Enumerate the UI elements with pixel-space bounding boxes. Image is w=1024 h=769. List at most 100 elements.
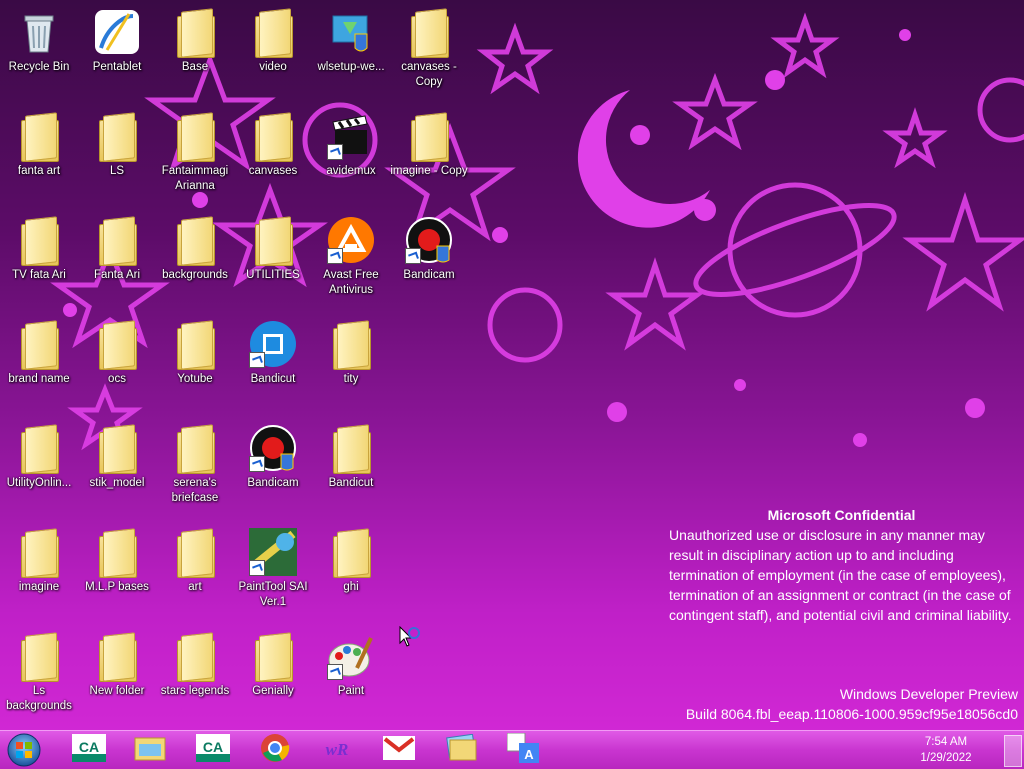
folder-icon <box>171 528 219 578</box>
credit-agricole-icon: CA <box>72 734 106 766</box>
desktop-icon-serena-s-briefcase[interactable]: serena's briefcase <box>156 418 234 518</box>
desktop-icon-label: Genially <box>252 685 294 697</box>
desktop-icon-label: LS <box>109 165 125 177</box>
recycle-icon <box>15 8 63 56</box>
desktop-icon-tity[interactable]: tity <box>312 314 390 414</box>
desktop-icon-label: canvases - Copy <box>401 61 457 88</box>
desktop-icon-ghi[interactable]: ghi <box>312 522 390 622</box>
taskbar-credit-agricole-button[interactable]: CA <box>62 733 116 767</box>
desktop-icon-label: ocs <box>108 373 126 385</box>
desktop-icon-utilities[interactable]: UTILITIES <box>234 210 312 310</box>
avast-icon <box>327 216 375 264</box>
desktop-icon-painttool-sai-ver-1[interactable]: PaintTool SAI Ver.1 <box>234 522 312 622</box>
desktop-icon-imagine[interactable]: imagine <box>0 522 78 622</box>
desktop-icon-stik-model[interactable]: stik_model <box>78 418 156 518</box>
desktop-icon-paint[interactable]: Paint <box>312 626 390 726</box>
shortcut-arrow-icon <box>249 456 265 472</box>
desktop-icon-canvases-copy[interactable]: canvases - Copy <box>390 2 468 102</box>
taskbar-translate-button[interactable]: A <box>496 732 550 767</box>
taskbar-chrome-button[interactable] <box>248 733 302 767</box>
desktop-icon-stars-legends[interactable]: stars legends <box>156 626 234 726</box>
folder-icon <box>15 528 63 578</box>
desktop-icon-label: Recycle Bin <box>8 61 70 73</box>
sai-icon <box>248 528 297 576</box>
desktop-icon-new-folder[interactable]: New folder <box>78 626 156 726</box>
desktop-icon-tv-fata-ari[interactable]: TV fata Ari <box>0 210 78 310</box>
shortcut-arrow-icon <box>327 664 343 680</box>
desktop-icon-label: Fanta Ari <box>93 269 141 281</box>
folder-icon <box>171 8 219 58</box>
folder-icon <box>93 320 141 370</box>
bandicam-icon <box>405 216 453 264</box>
start-button[interactable] <box>4 732 44 768</box>
desktop-icon-bandicam[interactable]: Bandicam <box>390 210 468 310</box>
folder-icon <box>93 632 141 682</box>
desktop-icon-avast-free-antivirus[interactable]: Avast Free Antivirus <box>312 210 390 310</box>
desktop-icon-base[interactable]: Base <box>156 2 234 102</box>
desktop-icon-m-l-p-bases[interactable]: M.L.P bases <box>78 522 156 622</box>
build-watermark: Windows Developer Preview Build 8064.fbl… <box>686 684 1018 724</box>
desktop-icon-video[interactable]: video <box>234 2 312 102</box>
desktop-icon-pentablet[interactable]: Pentablet <box>78 2 156 102</box>
desktop-icon-fanta-art[interactable]: fanta art <box>0 106 78 206</box>
taskbar-photos-button[interactable] <box>434 733 488 767</box>
shortcut-arrow-icon <box>327 144 343 160</box>
taskbar-wordreference-button[interactable]: wR <box>310 733 364 767</box>
pentablet-icon <box>93 8 141 56</box>
installer-icon <box>327 8 375 56</box>
desktop-icon-backgrounds[interactable]: backgrounds <box>156 210 234 310</box>
windows-logo-icon <box>7 733 41 767</box>
desktop-icon-fanta-ari[interactable]: Fanta Ari <box>78 210 156 310</box>
desktop-icon-label: canvases <box>248 165 298 177</box>
desktop-icon-utilityonlin[interactable]: UtilityOnlin... <box>0 418 78 518</box>
desktop-icon-avidemux[interactable]: avidemux <box>312 106 390 206</box>
folder-icon <box>15 424 63 474</box>
taskbar-credit-agricole-button[interactable]: CA <box>186 733 240 767</box>
show-desktop-button[interactable] <box>1004 735 1022 767</box>
desktop-icon-label: ghi <box>343 581 359 593</box>
desktop-icon-bandicut[interactable]: Bandicut <box>234 314 312 414</box>
desktop-icon-ls[interactable]: LS <box>78 106 156 206</box>
desktop-icon-brand-name[interactable]: brand name <box>0 314 78 414</box>
desktop-icon-label: Yotube <box>177 373 213 385</box>
desktop-icon-canvases[interactable]: canvases <box>234 106 312 206</box>
desktop-icon-label: Bandicam <box>403 269 455 281</box>
folder-icon <box>327 424 375 474</box>
desktop-icon-imagine-copy[interactable]: imagine - Copy <box>390 106 468 206</box>
folder-icon <box>15 632 63 682</box>
shortcut-arrow-icon <box>327 248 343 264</box>
bandicam-icon <box>249 424 297 472</box>
folder-icon <box>249 112 297 162</box>
taskbar-file-explorer-button[interactable] <box>123 733 177 767</box>
taskbar-gmail-button[interactable] <box>372 733 426 767</box>
desktop-icon-label: serena's briefcase <box>171 477 219 504</box>
desktop-icon-label: stik_model <box>89 477 145 489</box>
folder-icon <box>327 320 375 370</box>
system-clock[interactable]: 7:54 AM 1/29/2022 <box>906 734 986 766</box>
folder-icon <box>171 216 219 266</box>
folder-icon <box>93 424 141 474</box>
desktop-icon-ls-backgrounds[interactable]: Ls backgrounds <box>0 626 78 726</box>
folder-icon <box>15 320 63 370</box>
desktop-icon-label: Bandicut <box>250 373 296 385</box>
desktop-icon-label: UTILITIES <box>246 269 300 281</box>
desktop-icon-wlsetup-we[interactable]: wlsetup-we... <box>312 2 390 102</box>
desktop-icon-label: fanta art <box>17 165 61 177</box>
desktop-icon-bandicam[interactable]: Bandicam <box>234 418 312 518</box>
folder-icon <box>171 320 219 370</box>
desktop-icon-yotube[interactable]: Yotube <box>156 314 234 414</box>
desktop-icon-genially[interactable]: Genially <box>234 626 312 726</box>
file-explorer-icon <box>133 734 167 766</box>
folder-icon <box>93 216 141 266</box>
desktop-icon-recycle-bin[interactable]: Recycle Bin <box>0 2 78 102</box>
desktop-icon-fantaimmagi-arianna[interactable]: Fantaimmagi Arianna <box>156 106 234 206</box>
folder-icon <box>15 112 63 162</box>
desktop-icon-art[interactable]: art <box>156 522 234 622</box>
clapper-icon <box>327 112 375 160</box>
desktop-icon-label: imagine <box>18 581 60 593</box>
desktop-icon-bandicut[interactable]: Bandicut <box>312 418 390 518</box>
desktop-icon-ocs[interactable]: ocs <box>78 314 156 414</box>
folder-icon <box>171 112 219 162</box>
folder-icon <box>249 8 297 58</box>
desktop-icon-label: stars legends <box>160 685 230 697</box>
